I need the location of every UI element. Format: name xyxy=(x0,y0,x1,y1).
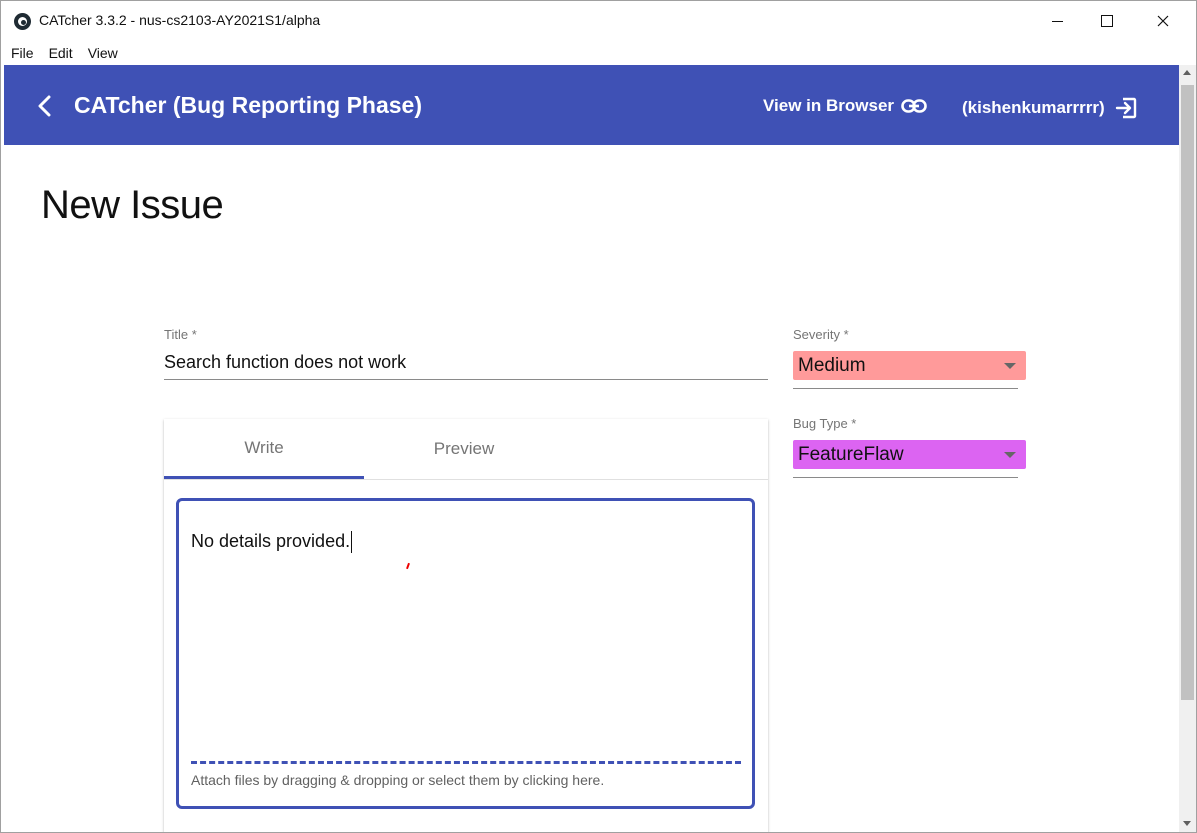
username-label: (kishenkumarrrrr) xyxy=(962,98,1105,117)
menu-bar: File Edit View xyxy=(1,41,1196,65)
text-cursor xyxy=(351,531,353,554)
tab-divider xyxy=(164,479,768,480)
maximize-icon xyxy=(1101,15,1113,27)
attach-dropzone-border xyxy=(191,761,741,764)
bug-type-underline xyxy=(793,477,1018,478)
bug-type-label: Bug Type * xyxy=(793,416,857,431)
scroll-up-icon[interactable] xyxy=(1183,70,1191,75)
title-label: Title * xyxy=(164,327,197,342)
view-in-browser-label: View in Browser xyxy=(763,96,895,115)
menu-view[interactable]: View xyxy=(88,45,118,61)
title-input[interactable]: Search function does not work xyxy=(164,352,768,380)
bug-type-value: FeatureFlaw xyxy=(798,443,904,465)
bug-type-select[interactable]: FeatureFlaw xyxy=(793,440,1026,469)
logout-icon xyxy=(1115,97,1136,119)
catcher-app-icon xyxy=(14,13,31,30)
description-card: Write Preview No details provided. Attac… xyxy=(164,419,768,832)
window-titlebar: CATcher 3.3.2 - nus-cs2103-AY2021S1/alph… xyxy=(1,1,1196,41)
menu-edit[interactable]: Edit xyxy=(49,45,73,61)
severity-value: Medium xyxy=(798,354,866,376)
window-title: CATcher 3.3.2 - nus-cs2103-AY2021S1/alph… xyxy=(39,12,321,28)
menu-file[interactable]: File xyxy=(11,45,34,61)
view-in-browser-button[interactable]: View in Browser xyxy=(763,96,927,116)
scrollbar-thumb[interactable] xyxy=(1181,85,1194,700)
severity-select[interactable]: Medium xyxy=(793,351,1026,380)
app-title: CATcher (Bug Reporting Phase) xyxy=(74,92,422,118)
severity-label: Severity * xyxy=(793,327,849,342)
app-window: CATcher 3.3.2 - nus-cs2103-AY2021S1/alph… xyxy=(0,0,1197,833)
maximize-button[interactable] xyxy=(1084,6,1130,36)
description-text: No details provided. xyxy=(191,531,353,554)
page-title: New Issue xyxy=(41,183,224,227)
link-icon xyxy=(901,99,927,113)
chevron-down-icon xyxy=(1004,452,1016,458)
chevron-down-icon xyxy=(1004,363,1016,369)
red-mark xyxy=(406,562,410,570)
close-button[interactable] xyxy=(1140,6,1186,36)
back-arrow-icon[interactable] xyxy=(37,95,51,117)
logout-button[interactable]: (kishenkumarrrrr) xyxy=(962,96,1138,120)
app-toolbar: CATcher (Bug Reporting Phase) View in Br… xyxy=(4,65,1179,145)
minimize-button[interactable] xyxy=(1034,6,1080,36)
attach-files-hint[interactable]: Attach files by dragging & dropping or s… xyxy=(191,772,604,788)
severity-underline xyxy=(793,388,1018,389)
minimize-icon xyxy=(1051,20,1063,22)
description-textarea[interactable]: No details provided. Attach files by dra… xyxy=(176,498,755,809)
tab-preview[interactable]: Preview xyxy=(364,419,564,479)
tab-write[interactable]: Write xyxy=(164,419,364,479)
vertical-scrollbar[interactable] xyxy=(1179,65,1196,832)
scroll-down-icon[interactable] xyxy=(1183,821,1191,826)
close-icon xyxy=(1157,15,1169,27)
